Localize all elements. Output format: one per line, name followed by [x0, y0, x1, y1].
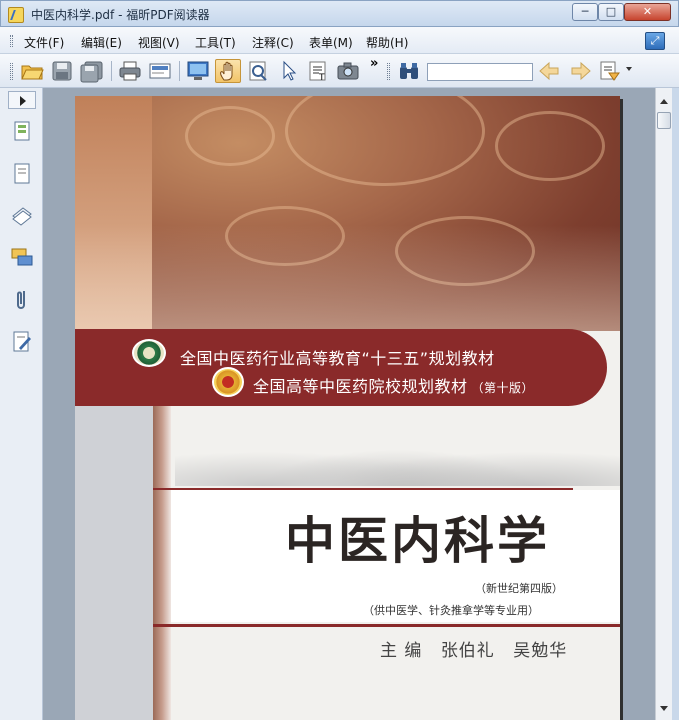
document-view[interactable]: 全国中医药行业高等教育“十三五”规划教材 全国高等中医药院校规划教材 （第十版） … [43, 88, 655, 720]
chevron-down-icon[interactable] [626, 67, 632, 71]
window-border [672, 88, 679, 720]
menu-tools[interactable]: 工具(T) [195, 34, 236, 51]
fullscreen-icon[interactable] [185, 59, 211, 83]
highlight-icon[interactable] [597, 59, 623, 83]
cover-side-shadow [153, 406, 171, 720]
signatures-panel-icon[interactable] [9, 328, 35, 356]
layers-panel-icon[interactable] [9, 160, 35, 188]
series-banner: 全国中医药行业高等教育“十三五”规划教材 全国高等中医药院校规划教材 （第十版） [75, 329, 607, 406]
title-rule-bottom [153, 624, 620, 627]
menu-comment[interactable]: 注释(C) [252, 34, 294, 51]
select-tool-icon[interactable] [275, 59, 301, 83]
maximize-button[interactable]: □ [598, 3, 624, 21]
scrollbar-thumb[interactable] [657, 112, 671, 129]
window-title: 中医内科学.pdf - 福昕PDF阅读器 [31, 8, 210, 22]
panel-toggle-button[interactable] [8, 91, 36, 109]
save-icon[interactable] [49, 59, 75, 83]
menu-bar: 文件(F) 编辑(E) 视图(V) 工具(T) 注释(C) 表单(M) 帮助(H… [0, 27, 679, 54]
series-line-1: 全国中医药行业高等教育“十三五”规划教材 [180, 349, 495, 368]
search-input[interactable] [427, 63, 533, 81]
menu-view[interactable]: 视图(V) [138, 34, 180, 51]
pdf-page: 全国中医药行业高等教育“十三五”规划教材 全国高等中医药院校规划教材 （第十版） … [75, 96, 620, 720]
pages-panel-icon[interactable] [9, 118, 35, 146]
svg-text:T: T [318, 73, 325, 83]
save-as-icon[interactable] [79, 59, 105, 83]
snapshot-icon[interactable] [335, 59, 361, 83]
tcm-education-logo [132, 339, 166, 367]
book-edition: （新世纪第四版） [475, 582, 563, 595]
bookmarks-panel-icon[interactable] [9, 202, 35, 230]
prev-result-icon[interactable] [537, 59, 563, 83]
app-icon [8, 7, 24, 23]
edition-label: （第十版） [471, 381, 535, 395]
book-audience: （供中医学、针灸推拿学等专业用） [363, 604, 539, 617]
menu-help[interactable]: 帮助(H) [366, 34, 408, 51]
toolbar-grip[interactable] [10, 63, 13, 80]
tcm-college-logo [212, 367, 244, 397]
attachments-panel-icon[interactable] [9, 286, 35, 314]
authors-label: 主 编 [380, 641, 423, 661]
title-bar: 中医内科学.pdf - 福昕PDF阅读器 ─ □ ✕ [0, 0, 679, 27]
menu-file[interactable]: 文件(F) [24, 34, 64, 51]
restore-layout-icon[interactable]: ⤢ [645, 32, 665, 50]
author-name: 吴勉华 [513, 641, 568, 661]
toolbar-separator [179, 61, 180, 81]
find-icon[interactable] [396, 59, 422, 83]
scroll-down-icon[interactable] [656, 700, 672, 716]
menu-forms[interactable]: 表单(M) [309, 34, 353, 51]
book-title: 中医内科学 [285, 511, 550, 570]
mountain-illustration [175, 426, 620, 486]
author-name: 张伯礼 [440, 641, 495, 661]
book-authors: 主 编 张伯礼 吴勉华 [380, 636, 579, 661]
vertical-scrollbar[interactable] [655, 88, 672, 720]
navigation-panel [0, 88, 43, 720]
toolbar-grip[interactable] [387, 63, 390, 80]
series-line-2-text: 全国高等中医药院校规划教材 [253, 377, 468, 396]
email-icon[interactable] [147, 59, 173, 83]
minimize-button[interactable]: ─ [572, 3, 598, 21]
cover-gradient [75, 96, 620, 331]
comments-panel-icon[interactable] [9, 244, 35, 272]
print-icon[interactable] [117, 59, 143, 83]
cover-side-panel [75, 406, 153, 720]
menu-edit[interactable]: 编辑(E) [81, 34, 122, 51]
cover-artwork [75, 96, 620, 331]
hand-tool-icon[interactable] [215, 59, 241, 83]
menu-grip[interactable] [10, 35, 13, 47]
scroll-up-icon[interactable] [656, 94, 672, 110]
toolbar-separator [111, 61, 112, 81]
series-line-2: 全国高等中医药院校规划教材 （第十版） [253, 373, 534, 397]
open-icon[interactable] [19, 59, 45, 83]
toolbar-overflow-icon[interactable]: » [370, 56, 378, 71]
text-select-icon[interactable]: T [305, 59, 331, 83]
toolbar: T » [0, 54, 679, 88]
close-button[interactable]: ✕ [624, 3, 671, 21]
next-result-icon[interactable] [567, 59, 593, 83]
zoom-tool-icon[interactable] [245, 59, 271, 83]
